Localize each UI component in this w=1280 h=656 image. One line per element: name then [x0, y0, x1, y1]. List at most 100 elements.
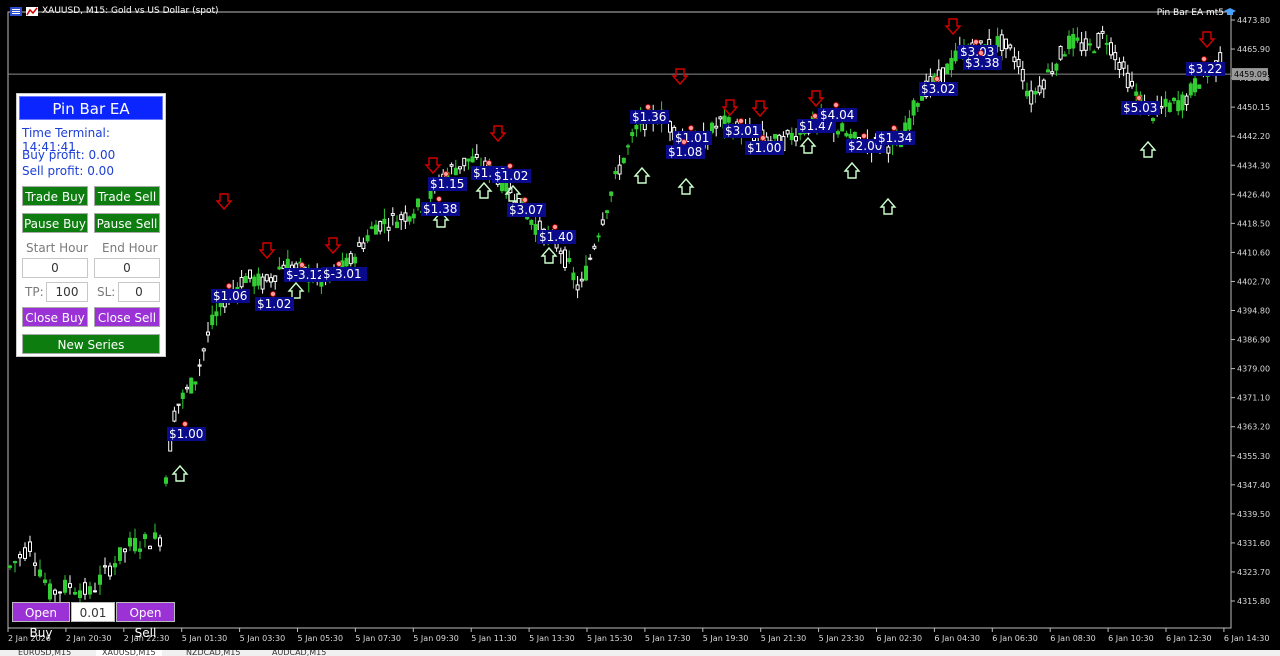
order-marker-icon [436, 196, 442, 202]
tab-xauusd[interactable]: XAUUSD,M15 [96, 650, 162, 656]
y-tick-label: 4426.40 [1237, 190, 1270, 199]
bear-candle [1041, 79, 1046, 90]
bear-candle [1100, 30, 1105, 34]
x-tick-label: 5 Jan 05:30 [298, 634, 344, 643]
y-tick-label: 4386.90 [1237, 336, 1270, 345]
sl-label: SL: [97, 285, 116, 299]
bear-candle [1113, 52, 1118, 61]
bear-candle [1121, 61, 1126, 69]
bear-candle [588, 257, 593, 260]
buy-arrow-icon [843, 161, 861, 179]
lot-size-input[interactable]: 0.01 [71, 602, 115, 622]
bull-candle [277, 266, 282, 270]
bull-candle [613, 171, 618, 175]
menu-icon[interactable] [10, 6, 22, 16]
bull-candle [466, 158, 471, 162]
profit-label: $1.08 [668, 145, 702, 159]
bull-candle [252, 276, 257, 287]
bear-candle [23, 547, 27, 559]
x-tick-label: 5 Jan 23:30 [819, 634, 865, 643]
bear-candle [185, 386, 189, 390]
bull-candle [470, 156, 475, 163]
bear-candle [1037, 85, 1042, 94]
close-sell-button[interactable]: Close Sell [94, 307, 160, 327]
bull-candle [63, 579, 67, 593]
bull-candle [584, 265, 588, 281]
bull-candle [533, 224, 538, 235]
tab-audcad[interactable]: AUDCAD,M15 [272, 650, 326, 656]
bear-candle [176, 403, 181, 406]
profit-label: $1.38 [423, 202, 457, 216]
profit-label: $5.03 [1123, 101, 1157, 115]
x-tick-label: 6 Jan 10:30 [1108, 634, 1154, 643]
bull-candle [907, 118, 912, 130]
profit-label: $3.01 [725, 124, 759, 138]
bull-candle [915, 103, 920, 107]
tab-nzdcad[interactable]: NZDCAD,M15 [186, 650, 240, 656]
profit-label: $4.04 [820, 108, 854, 122]
bear-candle [53, 589, 57, 595]
bear-candle [123, 548, 127, 553]
bull-candle [118, 547, 122, 561]
bull-candle [1046, 69, 1050, 73]
bull-candle [38, 569, 42, 577]
bull-candle [710, 122, 714, 133]
bull-candle [1197, 84, 1202, 89]
sell-arrow-icon [215, 193, 233, 211]
close-buy-button[interactable]: Close Buy [22, 307, 88, 327]
bull-candle [407, 216, 412, 222]
pause-sell-button[interactable]: Pause Sell [94, 213, 160, 233]
trade-sell-button[interactable]: Trade Sell [94, 186, 160, 206]
bear-candle [148, 545, 152, 550]
bull-candle [1180, 94, 1185, 111]
buy-arrow-icon [540, 246, 558, 264]
bear-candle [458, 166, 462, 170]
bull-candle [726, 117, 731, 123]
pause-buy-button[interactable]: Pause Buy [22, 213, 88, 233]
tab-eurusd[interactable]: EURUSD,M15 [18, 650, 71, 656]
chart-area[interactable]: 4473.804465.904458.054450.154442.204434.… [0, 0, 1280, 656]
start-hour-input[interactable]: 0 [22, 258, 88, 278]
bull-candle [953, 50, 958, 62]
bear-candle [558, 250, 563, 255]
bear-candle [449, 164, 454, 167]
bull-candle [1067, 35, 1071, 50]
bear-candle [999, 34, 1004, 52]
bear-candle [1130, 80, 1134, 87]
new-series-button[interactable]: New Series [22, 334, 160, 354]
bear-candle [108, 565, 112, 577]
x-tick-label: 6 Jan 08:30 [1050, 634, 1096, 643]
open-sell-button[interactable]: Open Sell [116, 602, 175, 640]
open-buy-button[interactable]: Open Buy [12, 602, 70, 640]
order-marker-icon [226, 283, 232, 289]
bear-candle [361, 242, 366, 250]
y-tick-label: 4410.60 [1237, 248, 1270, 257]
bear-candle [264, 274, 269, 282]
bull-candle [848, 134, 853, 139]
profit-label: $1.34 [878, 131, 912, 145]
bear-candle [579, 278, 584, 282]
bear-candle [378, 220, 383, 232]
graduation-cap-icon[interactable] [1224, 7, 1236, 17]
chart-type-icon[interactable] [26, 6, 38, 16]
price-chart[interactable]: 4473.804465.904458.054450.154442.204434.… [0, 0, 1280, 656]
bull-candle [256, 273, 261, 286]
bull-candle [214, 311, 219, 317]
bull-candle [1134, 91, 1139, 96]
end-hour-input[interactable]: 0 [94, 258, 160, 278]
bull-candle [1062, 54, 1067, 57]
sl-input[interactable]: 0 [118, 282, 160, 302]
order-marker-icon [645, 104, 651, 110]
order-marker-icon [299, 262, 305, 268]
order-marker-icon [270, 291, 276, 297]
x-tick-label: 6 Jan 14:30 [1224, 634, 1270, 643]
bull-candle [1075, 37, 1080, 41]
bear-candle [941, 67, 945, 84]
bull-candle [453, 167, 458, 176]
bear-candle [206, 331, 210, 336]
trade-buy-button[interactable]: Trade Buy [22, 186, 88, 206]
x-tick-label: 6 Jan 04:30 [934, 634, 980, 643]
tp-input[interactable]: 100 [46, 282, 88, 302]
bear-candle [348, 253, 353, 265]
profit-label: $-3.12 [286, 268, 325, 282]
